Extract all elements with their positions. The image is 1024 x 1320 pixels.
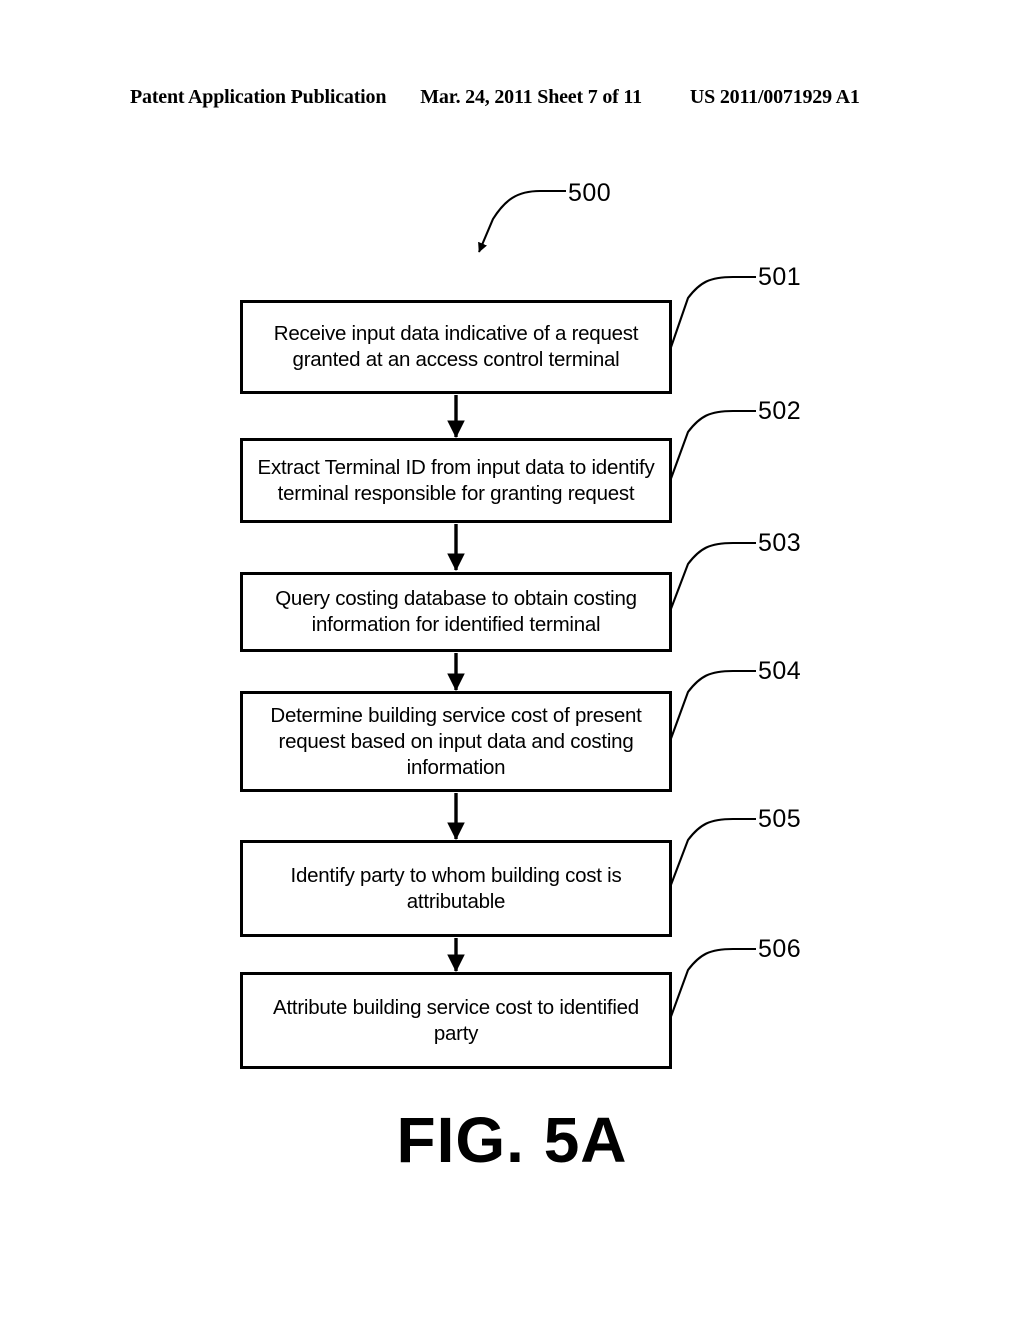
- lead-line-505: [668, 817, 756, 891]
- ref-label-500: 500: [568, 179, 612, 207]
- process-box-503[interactable]: Query costing database to obtain costing…: [240, 572, 672, 652]
- ref-label-503: 503: [758, 529, 802, 557]
- lead-line-502: [668, 409, 756, 485]
- ref-label-506: 506: [758, 935, 802, 963]
- lead-line-503: [668, 541, 756, 615]
- ref-label-504: 504: [758, 657, 802, 685]
- process-box-506[interactable]: Attribute building service cost to ident…: [240, 972, 672, 1069]
- lead-line-501: [668, 275, 756, 354]
- process-box-504[interactable]: Determine building service cost of prese…: [240, 691, 672, 792]
- process-box-502-text: Extract Terminal ID from input data to i…: [257, 455, 655, 505]
- process-box-501[interactable]: Receive input data indicative of a reque…: [240, 300, 672, 394]
- process-box-506-text: Attribute building service cost to ident…: [273, 995, 639, 1045]
- ref-label-501: 501: [758, 263, 802, 291]
- process-box-501-text: Receive input data indicative of a reque…: [273, 322, 639, 371]
- ref-label-502: 502: [758, 397, 802, 425]
- lead-lines: [668, 275, 756, 1023]
- process-box-504-text: Determine building service cost of prese…: [270, 703, 642, 779]
- process-box-502[interactable]: Extract Terminal ID from input data to i…: [240, 438, 672, 523]
- ref-label-505: 505: [758, 805, 802, 833]
- lead-line-506: [668, 947, 756, 1023]
- process-box-505-text: Identify party to whom building cost is …: [290, 863, 622, 913]
- lead-line-500: [478, 189, 566, 253]
- process-box-505[interactable]: Identify party to whom building cost is …: [240, 840, 672, 937]
- process-box-503-text: Query costing database to obtain costing…: [275, 587, 637, 636]
- figure-caption: FIG. 5A: [396, 1104, 628, 1176]
- lead-line-504: [668, 669, 756, 745]
